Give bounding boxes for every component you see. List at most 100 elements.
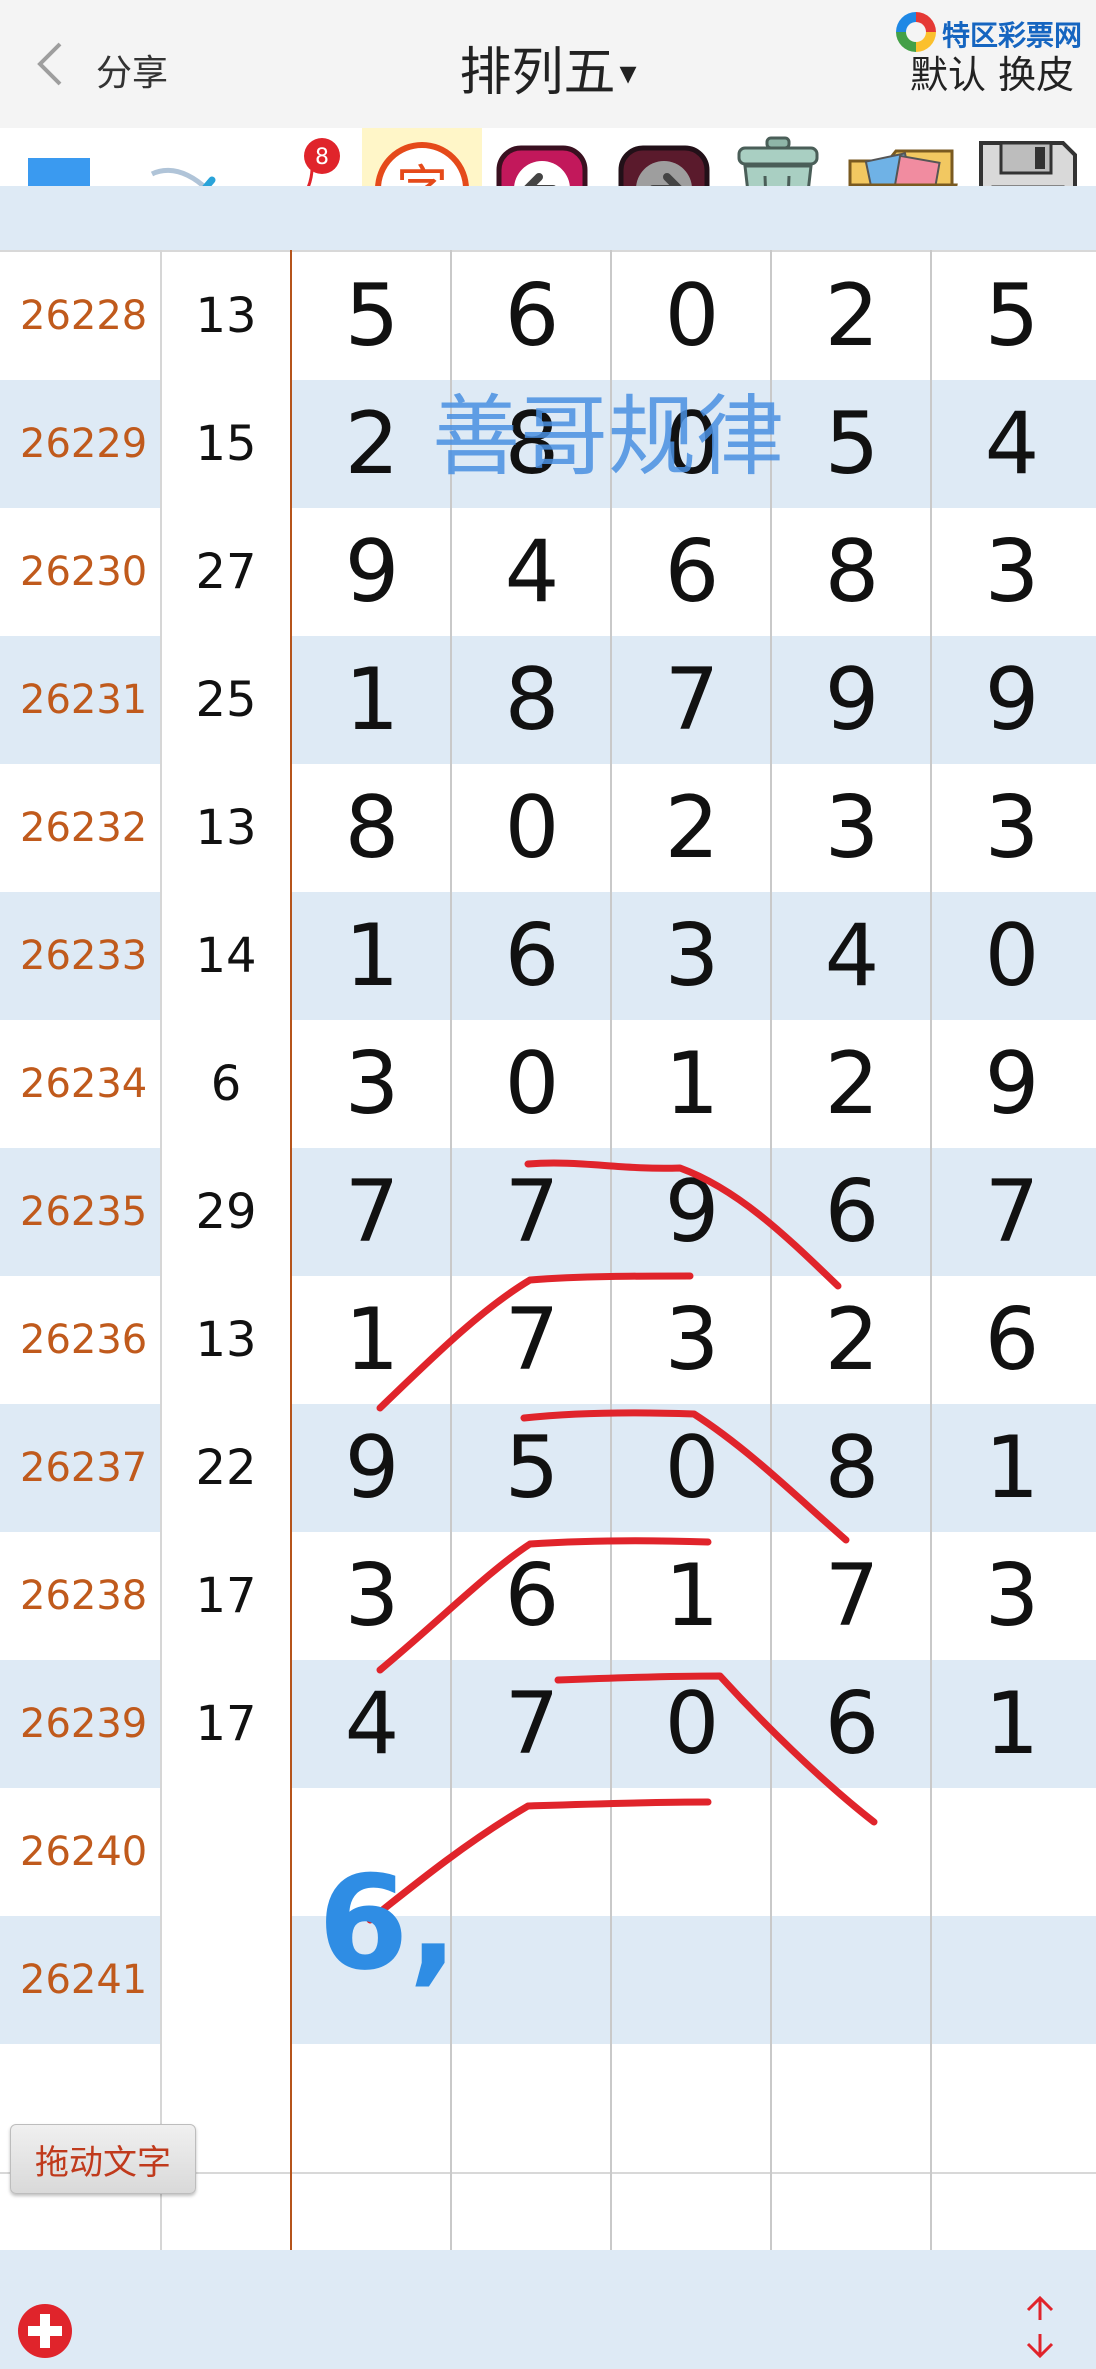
digit-cell-pos-1[interactable]: 1 (292, 636, 452, 764)
digit-cell-pos-4[interactable]: 7 (772, 1532, 932, 1660)
digit-cell-pos-5[interactable]: 9 (932, 1020, 1092, 1148)
digit-cell-pos-5[interactable]: 1 (932, 1660, 1092, 1788)
sum-value: 17 (162, 1660, 290, 1788)
digit-cell-pos-1[interactable]: 9 (292, 508, 452, 636)
column-divider (610, 250, 612, 2250)
digit-cell-pos-3[interactable] (612, 1916, 772, 2044)
digit-cell-pos-3[interactable]: 2 (612, 764, 772, 892)
issue-number: 26232 (20, 805, 148, 851)
digit-cell-pos-1[interactable]: 1 (292, 892, 452, 1020)
digit-cell-pos-4[interactable]: 6 (772, 1148, 932, 1276)
digit-cell-pos-2[interactable] (452, 2044, 612, 2172)
sum-value: 13 (162, 1276, 290, 1404)
digit-cell-pos-2[interactable] (452, 1916, 612, 2044)
digit-cell-pos-3[interactable]: 6 (612, 508, 772, 636)
watermark-text: 善哥规律 (432, 385, 785, 488)
digit-cell-pos-3[interactable]: 0 (612, 1660, 772, 1788)
sum-value: 29 (162, 1148, 290, 1276)
issue-number: 26231 (20, 677, 148, 723)
skin-switch-button[interactable]: 默认 换皮 (910, 44, 1074, 99)
digit-cell-pos-2[interactable]: 5 (452, 1404, 612, 1532)
column-divider (160, 250, 162, 2250)
digit-cell-pos-3[interactable]: 0 (612, 252, 772, 380)
digit-cell-pos-3[interactable]: 0 (612, 1404, 772, 1532)
digit-cell-pos-5[interactable]: 5 (932, 252, 1092, 380)
digit-cell-pos-5[interactable]: 7 (932, 1148, 1092, 1276)
digit-cell-pos-1[interactable] (292, 1788, 452, 1916)
digit-cell-pos-1[interactable] (292, 1916, 452, 2044)
drag-text-button[interactable]: 拖动文字 (10, 2124, 196, 2194)
digit-cell-pos-1[interactable]: 7 (292, 1148, 452, 1276)
digit-cell-pos-1[interactable]: 2 (292, 380, 452, 508)
digit-cell-pos-1[interactable]: 1 (292, 1276, 452, 1404)
dropdown-caret-icon: ▾ (619, 53, 637, 93)
digit-cell-pos-1[interactable]: 4 (292, 1660, 452, 1788)
tool-label-8: 8 (315, 145, 329, 170)
digit-cell-pos-4[interactable]: 9 (772, 636, 932, 764)
issue-number: 26241 (20, 1957, 148, 2003)
digit-cell-pos-4[interactable]: 6 (772, 1660, 932, 1788)
sum-value: 17 (162, 1532, 290, 1660)
digit-cell-pos-4[interactable]: 2 (772, 1276, 932, 1404)
app-header: 分享 排列五 ▾ 特区彩票网 默认 换皮 (0, 0, 1096, 128)
issue-number: 26237 (20, 1445, 148, 1491)
digit-cell-pos-2[interactable]: 6 (452, 1532, 612, 1660)
digit-cell-pos-5[interactable]: 3 (932, 1532, 1092, 1660)
digit-cell-pos-2[interactable]: 8 (452, 636, 612, 764)
digit-cell-pos-4[interactable]: 2 (772, 252, 932, 380)
digit-cell-pos-3[interactable]: 3 (612, 1276, 772, 1404)
issue-number: 26238 (20, 1573, 148, 1619)
digit-cell-pos-2[interactable]: 6 (452, 252, 612, 380)
digit-cell-pos-2[interactable]: 4 (452, 508, 612, 636)
digit-cell-pos-3[interactable]: 9 (612, 1148, 772, 1276)
digit-cell-pos-1[interactable]: 3 (292, 1020, 452, 1148)
column-divider (450, 250, 452, 2250)
digit-cell-pos-4[interactable]: 8 (772, 508, 932, 636)
digit-cell-pos-5[interactable] (932, 1916, 1092, 2044)
digit-cell-pos-1[interactable]: 9 (292, 1404, 452, 1532)
digit-cell-pos-5[interactable]: 3 (932, 508, 1092, 636)
sum-value: 27 (162, 508, 290, 636)
sum-value: 13 (162, 252, 290, 380)
digit-cell-pos-2[interactable]: 7 (452, 1276, 612, 1404)
digit-cell-pos-5[interactable]: 0 (932, 892, 1092, 1020)
sum-value: 15 (162, 380, 290, 508)
digit-cell-pos-5[interactable] (932, 1788, 1092, 1916)
digit-cell-pos-3[interactable] (612, 1788, 772, 1916)
digit-cell-pos-5[interactable]: 3 (932, 764, 1092, 892)
digit-cell-pos-3[interactable]: 1 (612, 1532, 772, 1660)
digit-cell-pos-5[interactable]: 1 (932, 1404, 1092, 1532)
digit-cell-pos-5[interactable]: 9 (932, 636, 1092, 764)
digit-cell-pos-1[interactable]: 5 (292, 252, 452, 380)
digit-cell-pos-2[interactable]: 0 (452, 1020, 612, 1148)
digit-cell-pos-4[interactable] (772, 2044, 932, 2172)
digit-cell-pos-1[interactable]: 3 (292, 1532, 452, 1660)
digit-cell-pos-3[interactable]: 1 (612, 1020, 772, 1148)
digit-cell-pos-1[interactable]: 8 (292, 764, 452, 892)
add-icon[interactable] (16, 2302, 74, 2360)
digit-cell-pos-3[interactable] (612, 2044, 772, 2172)
digit-cell-pos-4[interactable]: 2 (772, 1020, 932, 1148)
digit-cell-pos-2[interactable]: 7 (452, 1660, 612, 1788)
digit-cell-pos-2[interactable]: 7 (452, 1148, 612, 1276)
digit-cell-pos-5[interactable]: 4 (932, 380, 1092, 508)
column-divider (770, 250, 772, 2250)
issue-number: 26233 (20, 933, 148, 979)
digit-cell-pos-1[interactable] (292, 2044, 452, 2172)
issue-number: 26234 (20, 1061, 148, 1107)
digit-cell-pos-4[interactable] (772, 1788, 932, 1916)
digit-cell-pos-4[interactable]: 4 (772, 892, 932, 1020)
digit-cell-pos-4[interactable]: 8 (772, 1404, 932, 1532)
digit-cell-pos-2[interactable]: 0 (452, 764, 612, 892)
digit-cell-pos-2[interactable] (452, 1788, 612, 1916)
sum-value: 25 (162, 636, 290, 764)
digit-cell-pos-5[interactable]: 6 (932, 1276, 1092, 1404)
digit-cell-pos-4[interactable]: 3 (772, 764, 932, 892)
scroll-toggle-icon[interactable] (1020, 2292, 1060, 2362)
digit-cell-pos-4[interactable] (772, 1916, 932, 2044)
digit-cell-pos-3[interactable]: 7 (612, 636, 772, 764)
digit-cell-pos-3[interactable]: 3 (612, 892, 772, 1020)
digit-cell-pos-4[interactable]: 5 (772, 380, 932, 508)
digit-cell-pos-2[interactable]: 6 (452, 892, 612, 1020)
digit-cell-pos-5[interactable] (932, 2044, 1092, 2172)
